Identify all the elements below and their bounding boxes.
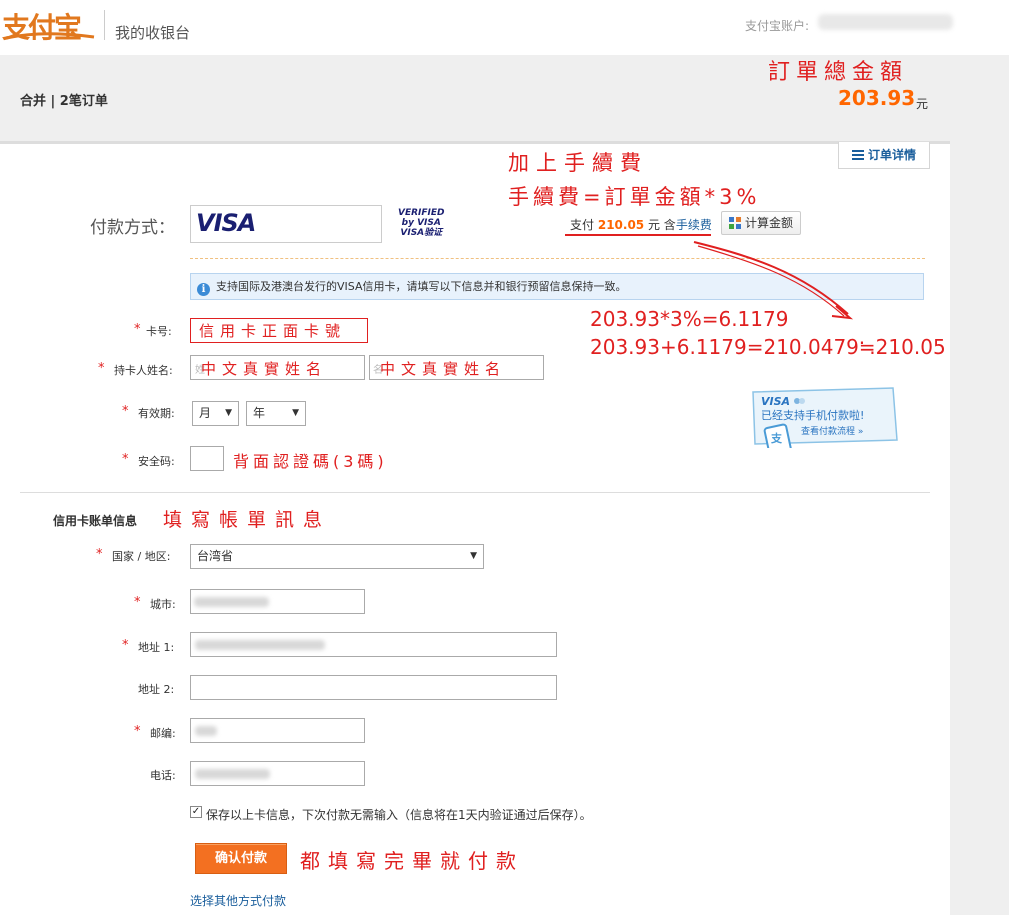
verified-line1: VERIFIED — [398, 208, 445, 218]
billing-section-title: 信用卡账单信息 — [53, 514, 138, 528]
pay-prefix: 支付 — [570, 218, 595, 232]
right-gutter — [950, 55, 1009, 915]
cardholder-name-label: 持卡人姓名: — [114, 364, 173, 377]
other-payment-method-link[interactable]: 选择其他方式付款 — [190, 892, 286, 909]
card-number-label: 卡号: — [146, 325, 172, 338]
pay-amount: 210.05 — [597, 218, 645, 232]
required-mark: * — [96, 547, 103, 562]
expiry-month-value: 月 — [199, 406, 212, 420]
verified-line3: VISA验证 — [400, 228, 443, 238]
annotation-pay: 都填寫完畢就付款 — [300, 849, 524, 873]
required-mark: * — [134, 595, 141, 610]
required-mark: * — [134, 724, 141, 739]
verified-by-visa-logo: VERIFIED by VISA VISA验证 — [398, 208, 445, 238]
section-divider — [20, 492, 930, 493]
expiry-month-select[interactable]: 月 ▼ — [192, 401, 239, 426]
address2-label: 地址 2: — [138, 683, 175, 696]
order-detail-label: 订单详情 — [867, 148, 916, 162]
address1-input[interactable] — [190, 632, 557, 657]
confirm-payment-button[interactable]: 确认付款 — [195, 843, 287, 874]
pay-suffix: 元 含 — [647, 218, 676, 232]
calculate-amount-label: 计算金额 — [744, 216, 793, 230]
country-value: 台湾省 — [197, 549, 234, 563]
logo-swoosh-icon — [5, 32, 95, 40]
address2-input[interactable] — [190, 675, 557, 700]
annotation-fee-line2: 手續費=訂單金額*3% — [508, 185, 761, 209]
site-title: 我的收银台 — [115, 24, 191, 42]
dropdown-arrow-icon: ▼ — [292, 408, 299, 418]
redacted-value — [195, 769, 270, 779]
dropdown-arrow-icon: ▼ — [470, 551, 477, 561]
annotation-name2: 中文真實姓名 — [380, 360, 507, 378]
account-value-redacted — [818, 14, 953, 30]
mobile-payment-banner[interactable]: 支 VISA 已经支持手机付款啦! 查看付款流程 » — [745, 386, 900, 448]
country-label: 国家 / 地区: — [112, 550, 171, 563]
annotation-billing: 填寫帳單訊息 — [163, 509, 332, 531]
banner-visa-brand: VISA — [761, 395, 790, 408]
fee-link[interactable]: 手续费 — [676, 218, 712, 232]
verified-line2: by VISA — [401, 218, 441, 228]
header-divider — [104, 10, 105, 40]
expiry-year-select[interactable]: 年 ▼ — [246, 401, 306, 426]
main-top-border — [0, 141, 950, 144]
city-label: 城市: — [150, 598, 176, 611]
pay-amount-line: 支付 210.05 元 含手续费 — [570, 216, 712, 233]
phone-label: 电话: — [150, 769, 176, 782]
calculate-amount-button[interactable]: 计算金额 — [721, 211, 801, 235]
order-detail-tab[interactable]: 订单详情 — [838, 142, 930, 169]
annotation-calc-line2: 203.93+6.1179=210.0479≒210.05 — [590, 335, 946, 359]
visa-logo: VISA — [196, 209, 256, 237]
cvv-label: 安全码: — [138, 455, 175, 468]
expiry-label: 有效期: — [138, 407, 175, 420]
info-text: 支持国际及港澳台发行的VISA信用卡，请填写以下信息并和银行预留信息保持一致。 — [216, 280, 627, 293]
account-label: 支付宝账户: — [745, 19, 810, 33]
annotation-name1: 中文真實姓名 — [201, 360, 328, 378]
redacted-value — [195, 640, 325, 650]
annotation-arrow-icon — [693, 241, 854, 320]
required-mark: * — [122, 404, 129, 419]
required-mark: * — [122, 452, 129, 467]
banner-line1: 已经支持手机付款啦! — [761, 408, 864, 422]
annotation-total-title: 訂單總金額 — [768, 60, 909, 85]
required-mark: * — [122, 638, 129, 653]
save-card-text: 保存以上卡信息，下次付款无需输入（信息将在1天内验证通过后保存）。 — [206, 808, 592, 822]
address1-label: 地址 1: — [138, 641, 175, 654]
zip-label: 邮编: — [150, 727, 176, 740]
city-input[interactable] — [190, 589, 365, 614]
zip-input[interactable] — [190, 718, 365, 743]
save-card-checkbox[interactable]: ✓ — [190, 806, 202, 818]
info-icon: i — [197, 283, 210, 296]
order-total-amount: 203.93 — [838, 86, 916, 110]
country-select[interactable]: 台湾省 ▼ — [190, 544, 484, 569]
annotation-cvv: 背面認證碼(3碼) — [233, 452, 388, 471]
payment-method-label: 付款方式： — [90, 218, 175, 238]
expiry-year-value: 年 — [253, 406, 266, 420]
annotation-card-number: 信用卡正面卡號 — [199, 322, 347, 340]
cvv-input[interactable] — [190, 446, 224, 471]
required-mark: * — [134, 322, 141, 337]
dropdown-arrow-icon: ▼ — [225, 408, 232, 418]
svg-text:支: 支 — [770, 431, 783, 445]
redacted-value — [195, 726, 217, 736]
required-mark: * — [98, 361, 105, 376]
phone-input[interactable] — [190, 761, 365, 786]
list-icon — [851, 150, 864, 160]
order-summary: 合并 | 2笔订单 — [20, 94, 108, 109]
annotation-fee-line1: 加上手續費 — [508, 151, 648, 175]
banner-line2: 查看付款流程 » — [801, 425, 863, 437]
calculator-icon — [728, 217, 741, 229]
redacted-value — [194, 597, 269, 607]
order-total-unit: 元 — [916, 97, 929, 111]
